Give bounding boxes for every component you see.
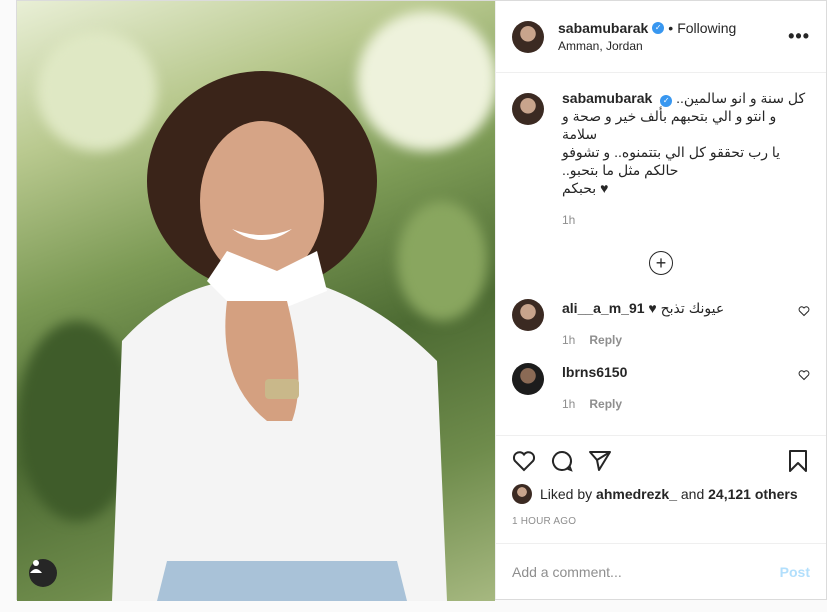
comments-list: sabamubarak ✓ كل سنة و انو سالمين.. و ان… (496, 73, 826, 435)
reply-button[interactable]: Reply (589, 331, 622, 349)
author-avatar[interactable] (512, 93, 544, 125)
caption-line: و انتو و الي بتحبهم بألف خير و صحة و سلا… (562, 108, 777, 142)
comment-item: lbrns6150 1h Reply (512, 363, 810, 413)
posted-time[interactable]: 1 HOUR AGO (512, 516, 810, 527)
liker-avatar (512, 484, 532, 504)
load-more-comments[interactable]: + (512, 251, 810, 275)
comment-text: عيونك تذبح ♥ (648, 300, 725, 316)
add-circle-icon[interactable]: + (649, 251, 673, 275)
post-comment-button[interactable]: Post (780, 564, 810, 580)
comment-like-heart-icon[interactable] (798, 305, 810, 317)
comment-username[interactable]: lbrns6150 (562, 364, 627, 380)
commenter-avatar[interactable] (512, 299, 544, 331)
post-header: sabamubarak ✓ • Following Amman, Jordan … (496, 1, 826, 73)
author-username[interactable]: sabamubarak (558, 20, 648, 36)
follow-button[interactable]: Following (677, 20, 736, 36)
bookmark-icon[interactable] (786, 449, 810, 473)
author-avatar[interactable] (512, 20, 544, 53)
post-sidebar: sabamubarak ✓ • Following Amman, Jordan … (495, 1, 826, 599)
caption: sabamubarak ✓ كل سنة و انو سالمين.. و ان… (512, 89, 810, 229)
caption-line: يا رب تحققو كل الي بتتمنوه.. و تشوفو حال… (562, 144, 781, 178)
likes-summary[interactable]: Liked by ahmedrezk_ and 24,121 others (512, 484, 810, 504)
post-modal: sabamubarak ✓ • Following Amman, Jordan … (16, 0, 827, 601)
likes-user[interactable]: ahmedrezk_ (596, 486, 677, 502)
separator-dot: • (668, 20, 674, 36)
comment-item: ali__a_m_91 عيونك تذبح ♥ 1h Reply (512, 299, 810, 349)
post-actions: Liked by ahmedrezk_ and 24,121 others 1 … (496, 435, 826, 527)
portrait-illustration (112, 71, 447, 601)
more-options-icon[interactable]: ••• (788, 26, 810, 47)
comment-time[interactable]: 1h (562, 331, 575, 349)
likes-and: and (680, 486, 705, 502)
comment-like-heart-icon[interactable] (798, 369, 810, 381)
likes-prefix: Liked by (540, 486, 593, 502)
heart-icon[interactable] (512, 449, 536, 473)
add-comment-bar: Post (496, 543, 826, 599)
caption-time[interactable]: 1h (562, 211, 575, 229)
post-photo[interactable] (17, 1, 495, 601)
reply-button[interactable]: Reply (589, 395, 622, 413)
comment-username[interactable]: ali__a_m_91 (562, 300, 645, 316)
likes-count[interactable]: 24,121 others (708, 486, 798, 502)
comment-icon[interactable] (550, 449, 574, 473)
comment-time[interactable]: 1h (562, 395, 575, 413)
user-tag-icon[interactable] (29, 559, 57, 587)
caption-username[interactable]: sabamubarak (562, 90, 652, 106)
caption-line: ♥ بحبكم (562, 180, 609, 196)
verified-badge-icon: ✓ (652, 22, 665, 34)
comment-input[interactable] (512, 563, 780, 580)
commenter-avatar[interactable] (512, 363, 544, 395)
verified-badge-icon: ✓ (660, 95, 673, 107)
share-icon[interactable] (588, 449, 612, 473)
location-link[interactable]: Amman, Jordan (558, 39, 788, 53)
caption-line: كل سنة و انو سالمين.. (676, 90, 806, 106)
